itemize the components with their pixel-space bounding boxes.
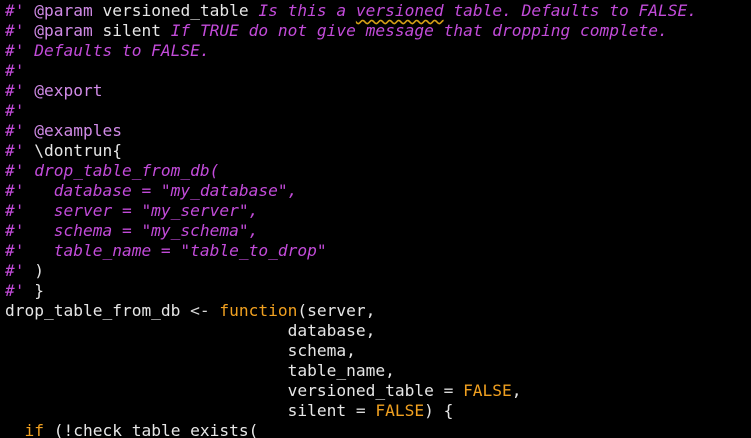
code-line[interactable]: #' xyxy=(0,61,751,81)
code-line[interactable]: #' database = "my_database", xyxy=(0,181,751,201)
code-token: (server, xyxy=(297,301,376,320)
code-line[interactable]: database, xyxy=(0,321,751,341)
code-editor[interactable]: #' @param versioned_table Is this a vers… xyxy=(0,0,751,438)
code-token: #' server = "my_server", xyxy=(5,201,259,220)
code-token: = xyxy=(443,381,454,400)
code-line[interactable]: #' \dontrun{ xyxy=(0,141,751,161)
code-line[interactable]: drop_table_from_db <- function(server, xyxy=(0,301,751,321)
code-line[interactable]: #' } xyxy=(0,281,751,301)
code-line[interactable]: #' @export xyxy=(0,81,751,101)
code-token: #' xyxy=(5,101,25,120)
code-token: @param xyxy=(34,21,93,40)
code-token: drop_table_from_db xyxy=(5,301,191,320)
code-token: #' xyxy=(5,261,25,280)
code-token: #' schema = "my_schema", xyxy=(5,221,259,240)
code-token: versioned xyxy=(355,1,444,20)
code-token: schema, xyxy=(5,341,356,360)
code-line[interactable]: schema, xyxy=(0,341,751,361)
code-token: #' xyxy=(5,281,25,300)
code-line[interactable]: table_name, xyxy=(0,361,751,381)
code-token: #' drop_table_from_db( xyxy=(5,161,220,180)
code-token: @export xyxy=(34,81,103,100)
code-line[interactable]: #' ) xyxy=(0,261,751,281)
code-token: #' xyxy=(5,21,25,40)
code-line[interactable]: #' xyxy=(0,101,751,121)
code-token: \dontrun{ xyxy=(24,141,122,160)
code-token: (!check_table_exists( xyxy=(44,421,259,438)
code-token: #' xyxy=(5,141,25,160)
code-token: #' xyxy=(5,61,25,80)
code-line[interactable]: #' drop_table_from_db( xyxy=(0,161,751,181)
code-token: if xyxy=(24,421,45,438)
code-token: #' table_name = "table_to_drop" xyxy=(5,241,327,260)
code-token: silent xyxy=(92,21,171,40)
code-token: FALSE xyxy=(463,381,512,400)
code-token: silent xyxy=(5,401,356,420)
code-token: versioned_table xyxy=(92,1,259,20)
code-token: #' xyxy=(5,121,25,140)
code-token: table_name, xyxy=(5,361,395,380)
code-token: } xyxy=(24,281,44,300)
code-line[interactable]: #' table_name = "table_to_drop" xyxy=(0,241,751,261)
code-line[interactable]: #' @examples xyxy=(0,121,751,141)
code-token: table. Defaults to FALSE. xyxy=(443,1,697,20)
code-token: ) { xyxy=(424,401,454,420)
code-line[interactable]: if (!check_table_exists( xyxy=(0,421,751,438)
code-token: <- xyxy=(190,301,210,320)
code-token: @param xyxy=(34,1,93,20)
code-token: #' Defaults to FALSE. xyxy=(5,41,210,60)
code-token: FALSE xyxy=(375,401,425,420)
code-token: #' xyxy=(5,81,25,100)
code-token: = xyxy=(355,401,366,420)
code-token: #' xyxy=(5,1,25,20)
code-token: #' database = "my_database", xyxy=(5,181,298,200)
code-line[interactable]: versioned_table = FALSE, xyxy=(0,381,751,401)
code-token: database, xyxy=(5,321,376,340)
code-line[interactable]: #' Defaults to FALSE. xyxy=(0,41,751,61)
code-token: If TRUE do not give message that droppin… xyxy=(170,21,668,40)
code-token: versioned_table xyxy=(5,381,444,400)
code-line[interactable]: #' server = "my_server", xyxy=(0,201,751,221)
code-token: , xyxy=(511,381,522,400)
code-line[interactable]: #' schema = "my_schema", xyxy=(0,221,751,241)
code-token: ) xyxy=(24,261,44,280)
code-token: Is this a xyxy=(258,1,356,20)
code-line[interactable]: #' @param versioned_table Is this a vers… xyxy=(0,1,751,21)
code-line[interactable]: silent = FALSE) { xyxy=(0,401,751,421)
code-token: @examples xyxy=(34,121,122,140)
code-line[interactable]: #' @param silent If TRUE do not give mes… xyxy=(0,21,751,41)
code-token: function xyxy=(219,301,298,320)
